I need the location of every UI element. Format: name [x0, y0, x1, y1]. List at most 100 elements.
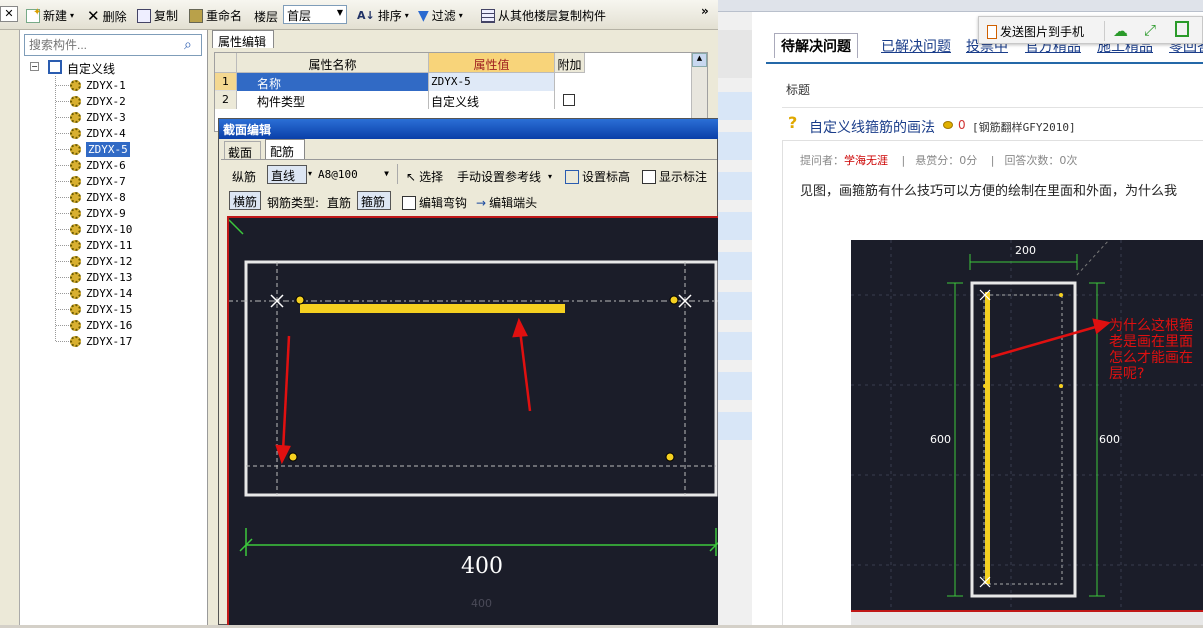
- tree-item[interactable]: ZDYX-2: [86, 94, 126, 109]
- tree-item[interactable]: ZDYX-17: [86, 334, 132, 349]
- tree-item[interactable]: ZDYX-1: [86, 78, 126, 93]
- red-arrow-up: [512, 317, 532, 412]
- new-icon: ✦: [26, 7, 41, 23]
- tree-item[interactable]: ZDYX-14: [86, 286, 132, 301]
- copy-from-floor-button[interactable]: 从其他楼层复制构件: [481, 7, 606, 24]
- sidebar-block[interactable]: [718, 412, 752, 440]
- property-value-cell[interactable]: 自定义线: [429, 91, 555, 109]
- transverse-rebar-button[interactable]: 横筋: [229, 191, 261, 210]
- filter-button[interactable]: ▼ 过滤 ▾: [418, 7, 463, 24]
- scroll-up-arrow[interactable]: ▲: [692, 53, 707, 67]
- row-number: 2: [215, 91, 237, 109]
- red-arrow-down: [275, 335, 291, 465]
- tab-divider: [221, 159, 717, 160]
- longitudinal-rebar-button[interactable]: 纵筋: [232, 168, 256, 185]
- title-heading: 标题: [786, 83, 811, 97]
- rebar-point[interactable]: [288, 452, 298, 462]
- edit-end-button[interactable]: → 编辑端头: [476, 194, 537, 211]
- copy-icon: [137, 8, 151, 23]
- section-drawing-canvas[interactable]: 400 400: [227, 216, 718, 625]
- rename-label: 重命名: [206, 9, 243, 23]
- line-mode-select[interactable]: 直线: [267, 165, 307, 184]
- image-grid: [851, 240, 1203, 625]
- property-name-cell[interactable]: 名称: [237, 73, 429, 91]
- rename-button[interactable]: 重命名: [189, 7, 242, 24]
- tree-item[interactable]: ZDYX-4: [86, 126, 126, 141]
- sidebar-block[interactable]: [718, 132, 752, 160]
- edit-hook-button[interactable]: 编辑弯钩: [402, 194, 467, 211]
- section-editor-titlebar[interactable]: 截面编辑: [219, 119, 718, 139]
- tree-item[interactable]: ZDYX-11: [86, 238, 132, 253]
- sidebar-block[interactable]: [718, 252, 752, 280]
- delete-button[interactable]: ✕ 删除: [87, 7, 127, 25]
- tab-section[interactable]: 截面: [224, 141, 261, 160]
- send-to-phone-button[interactable]: 发送图片到手机: [987, 23, 1084, 40]
- stirrup-button[interactable]: 箍筋: [357, 191, 391, 210]
- property-value-cell[interactable]: ZDYX-5: [429, 73, 555, 91]
- sidebar-block[interactable]: [718, 212, 752, 240]
- toolbar-overflow-button[interactable]: »: [701, 4, 709, 18]
- component-gear-icon: [70, 192, 81, 203]
- annotation-line: 层呢?: [1109, 366, 1145, 382]
- tab-reinforcement[interactable]: 配筋: [265, 139, 305, 160]
- component-search-input[interactable]: [24, 34, 202, 56]
- save-icon[interactable]: [1175, 21, 1189, 37]
- tree-item[interactable]: ZDYX-5: [86, 142, 130, 157]
- tab-property-edit[interactable]: 属性编辑: [212, 30, 274, 49]
- cloud-icon[interactable]: ☁: [1113, 22, 1128, 40]
- sidebar-block[interactable]: [718, 292, 752, 320]
- rebar-app-window: ✕ ✦ 新建 ▾ ✕ 删除 复制 重命名 楼层 首层 ▼ A↓ 排序 ▾ ▼ 过滤 ▾: [0, 0, 718, 625]
- component-tree-panel: ⌕ − 自定义线 ZDYX-1ZDYX-2ZDYX-3ZDYX-4ZDYX-5Z…: [20, 30, 208, 625]
- ref-line-button[interactable]: 手动设置参考线 ▾: [457, 168, 552, 185]
- rebar-spec-select[interactable]: A8@100 ▼: [316, 166, 392, 184]
- tree-item[interactable]: ZDYX-15: [86, 302, 132, 317]
- expand-icon[interactable]: ⤢: [1144, 21, 1156, 39]
- tree-item[interactable]: ZDYX-9: [86, 206, 126, 221]
- rebar-point[interactable]: [669, 295, 679, 305]
- question-image[interactable]: 200 600 600 为什么这根箍 老是画在里面 怎么才能画在 层呢?: [851, 239, 1203, 625]
- image-diagonal-ref: [1076, 239, 1110, 276]
- floor-select[interactable]: 首层 ▼: [283, 5, 347, 24]
- width-dimension-sublabel: 400: [471, 597, 492, 610]
- tab-resolved[interactable]: 已解决问题: [881, 36, 951, 56]
- sidebar-block[interactable]: [718, 332, 752, 360]
- delete-label: 删除: [102, 9, 127, 24]
- extra-checkbox[interactable]: [563, 94, 575, 106]
- component-gear-icon: [70, 208, 81, 219]
- tree-item[interactable]: ZDYX-8: [86, 190, 126, 205]
- component-gear-icon: [70, 240, 81, 251]
- sidebar-block[interactable]: [718, 92, 752, 120]
- set-elevation-button[interactable]: 设置标高: [565, 168, 630, 185]
- search-icon[interactable]: ⌕: [184, 37, 192, 53]
- tree-item[interactable]: ZDYX-10: [86, 222, 132, 237]
- rebar-point[interactable]: [295, 295, 305, 305]
- tree-item[interactable]: ZDYX-13: [86, 270, 132, 285]
- tab-pending[interactable]: 待解决问题: [774, 33, 858, 58]
- annotation-line: 为什么这根箍: [1109, 318, 1193, 334]
- property-name-cell[interactable]: 构件类型: [237, 91, 429, 109]
- component-gear-icon: [70, 320, 81, 331]
- sort-button[interactable]: A↓ 排序 ▾: [357, 7, 409, 24]
- new-button[interactable]: ✦ 新建 ▾: [26, 7, 74, 24]
- tree-item[interactable]: ZDYX-12: [86, 254, 132, 269]
- copy-button[interactable]: 复制: [137, 7, 178, 24]
- sidebar-block[interactable]: [718, 372, 752, 400]
- annotation-icon: [642, 169, 656, 184]
- tree-item[interactable]: ZDYX-6: [86, 158, 126, 173]
- tree-item[interactable]: ZDYX-7: [86, 174, 126, 189]
- width-dimension-line: [239, 528, 718, 556]
- rebar-point[interactable]: [665, 452, 675, 462]
- close-icon[interactable]: ✕: [0, 6, 18, 22]
- tree-collapse-toggle[interactable]: −: [30, 62, 39, 71]
- tree-item[interactable]: ZDYX-3: [86, 110, 126, 125]
- tree-root-label[interactable]: 自定义线: [67, 60, 115, 77]
- asker-name[interactable]: 学海无涯: [844, 154, 888, 167]
- straight-rebar-button[interactable]: 直筋: [327, 194, 351, 211]
- question-title[interactable]: 自定义线箍筋的画法: [809, 117, 935, 137]
- select-button[interactable]: ↖ 选择: [406, 168, 443, 185]
- show-annotation-button[interactable]: 显示标注: [642, 168, 707, 185]
- sidebar-block[interactable]: [718, 172, 752, 200]
- annotation-line: 怎么才能画在: [1109, 350, 1193, 366]
- tree-item[interactable]: ZDYX-16: [86, 318, 132, 333]
- stirrup-rebar[interactable]: [300, 304, 565, 313]
